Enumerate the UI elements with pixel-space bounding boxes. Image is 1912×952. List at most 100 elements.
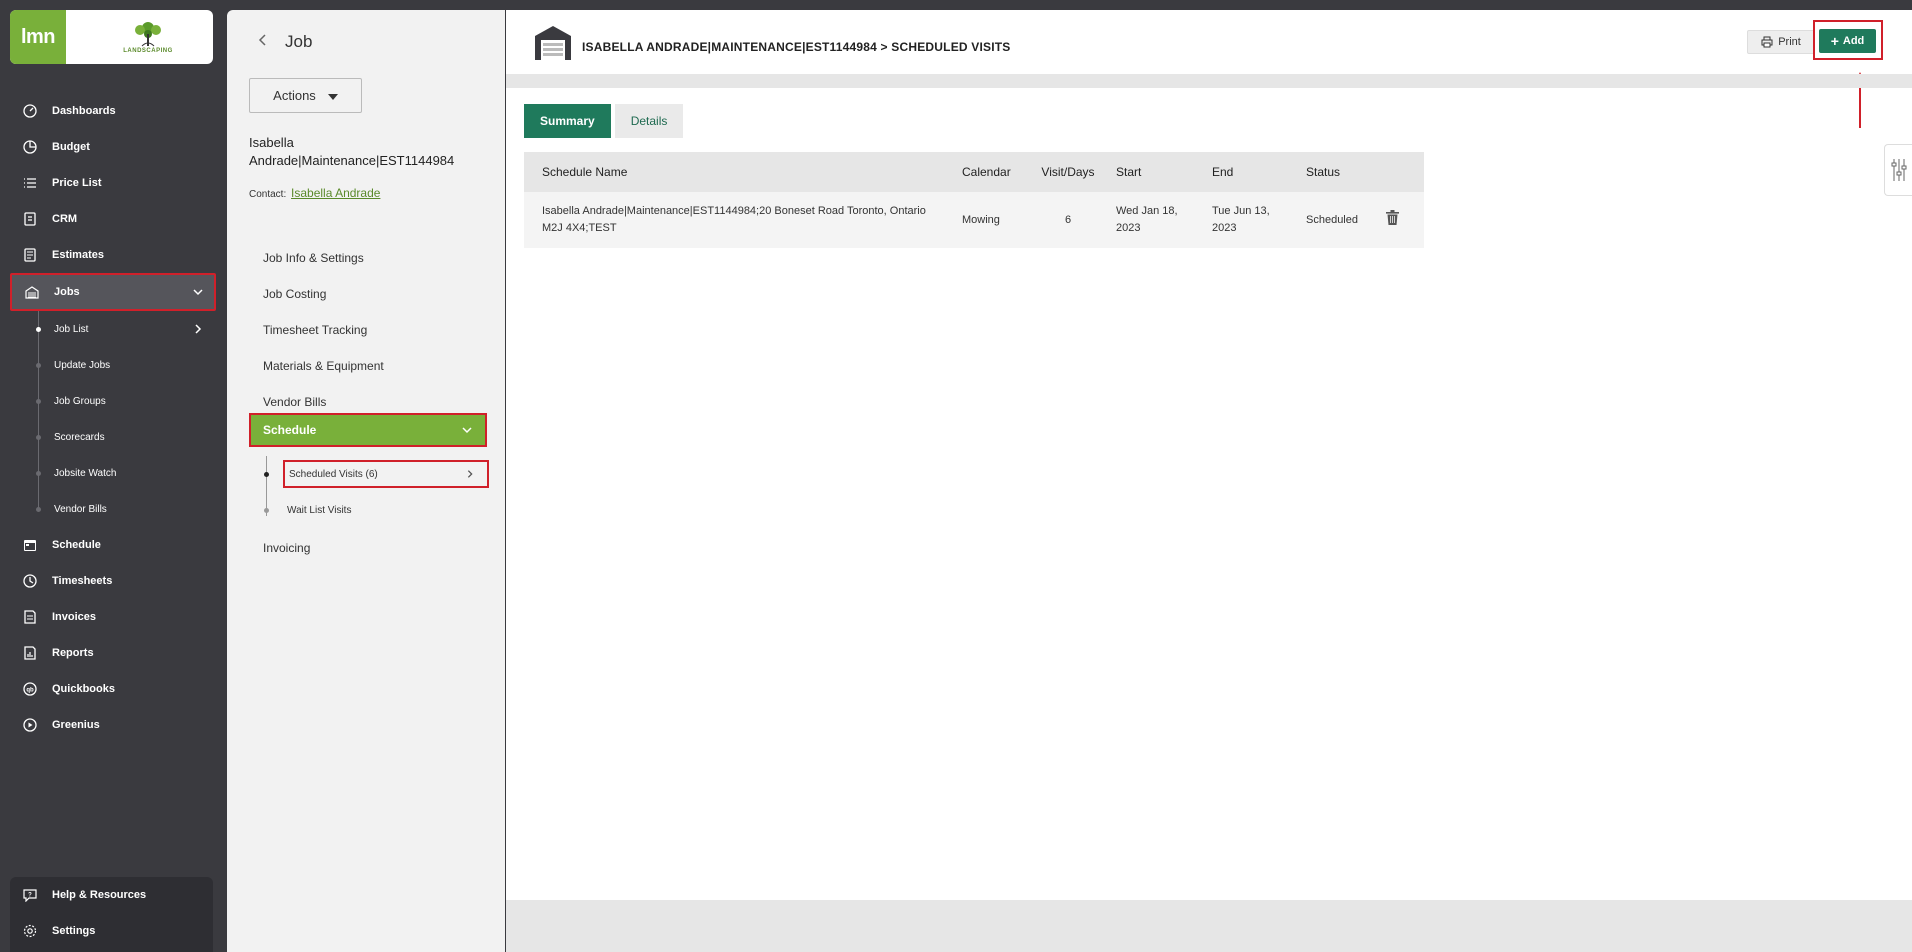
cell-status: Scheduled xyxy=(1306,213,1358,226)
nav-help-resources[interactable]: ? Help & Resources xyxy=(10,877,213,913)
job-panel: Job Actions Isabella Andrade|Maintenance… xyxy=(227,10,505,952)
caret-down-icon xyxy=(327,93,338,100)
column-header-visit-days[interactable]: Visit/Days xyxy=(1028,152,1108,192)
bottom-nav: ? Help & Resources Settings xyxy=(10,877,213,952)
subnav-vendor-bills[interactable]: Vendor Bills xyxy=(28,491,216,527)
bullet-icon xyxy=(264,472,269,477)
subnav-label: Vendor Bills xyxy=(54,503,107,515)
tab-details[interactable]: Details xyxy=(614,104,684,138)
bullet-icon xyxy=(36,471,41,476)
nav-label: Budget xyxy=(52,141,90,153)
help-icon: ? xyxy=(22,887,38,903)
jobs-icon xyxy=(24,284,40,300)
print-button[interactable]: Print xyxy=(1747,30,1815,54)
nav-label: Quickbooks xyxy=(52,683,115,695)
job-panel-title: Job xyxy=(285,32,313,51)
job-menu-item-invoicing[interactable]: Invoicing xyxy=(249,530,310,566)
column-header-schedule-name[interactable]: Schedule Name xyxy=(524,152,954,192)
submenu-wait-list-visits[interactable]: Wait List Visits xyxy=(263,492,489,528)
add-button[interactable]: + Add xyxy=(1819,29,1876,53)
tab-summary[interactable]: Summary xyxy=(524,104,611,138)
subnav-jobsite-watch[interactable]: Jobsite Watch xyxy=(28,455,216,491)
chevron-down-icon xyxy=(192,286,204,301)
jobs-subnav: Job List Update Jobs Job Groups Scorecar… xyxy=(28,311,216,527)
cell-calendar: Mowing xyxy=(962,213,1000,226)
job-menu-item-timesheet-tracking[interactable]: Timesheet Tracking xyxy=(249,312,499,348)
bullet-icon xyxy=(264,508,269,513)
delete-row-button[interactable] xyxy=(1378,192,1424,248)
budget-icon xyxy=(22,139,38,155)
main-nav: Dashboards Budget Price List CRM Estimat… xyxy=(10,93,216,743)
submenu-label: Scheduled Visits (6) xyxy=(289,468,378,480)
print-label: Print xyxy=(1778,36,1801,48)
nav-jobs[interactable]: Jobs xyxy=(10,273,216,311)
nav-reports[interactable]: Reports xyxy=(10,635,216,671)
subnav-label: Jobsite Watch xyxy=(54,467,117,479)
column-settings-tab[interactable] xyxy=(1884,144,1912,196)
trash-icon xyxy=(1386,209,1399,225)
bullet-icon xyxy=(36,435,41,440)
job-menu: Job Info & Settings Job Costing Timeshee… xyxy=(249,240,499,420)
nav-timesheets[interactable]: Timesheets xyxy=(10,563,216,599)
nav-price-list[interactable]: Price List xyxy=(10,165,216,201)
nav-label: Reports xyxy=(52,647,94,659)
nav-label: Greenius xyxy=(52,719,100,731)
subnav-scorecards[interactable]: Scorecards xyxy=(28,419,216,455)
job-menu-item-info-settings[interactable]: Job Info & Settings xyxy=(249,240,499,276)
company-logo: LANDSCAPING xyxy=(98,16,198,58)
column-header-end[interactable]: End xyxy=(1204,152,1298,192)
printer-icon xyxy=(1761,36,1773,48)
column-header-calendar[interactable]: Calendar xyxy=(954,152,1028,192)
column-header-start[interactable]: Start xyxy=(1108,152,1204,192)
cell-schedule-name[interactable]: Isabella Andrade|Maintenance|EST1144984;… xyxy=(524,192,954,248)
submenu-scheduled-visits[interactable]: Scheduled Visits (6) xyxy=(264,460,489,488)
breadcrumb: ISABELLA ANDRADE|MAINTENANCE|EST1144984 … xyxy=(582,40,1011,54)
subnav-update-jobs[interactable]: Update Jobs xyxy=(28,347,216,383)
nav-budget[interactable]: Budget xyxy=(10,129,216,165)
nav-schedule[interactable]: Schedule xyxy=(10,527,216,563)
nav-greenius[interactable]: Greenius xyxy=(10,707,216,743)
plus-icon: + xyxy=(1830,33,1839,49)
nav-label: Price List xyxy=(52,177,102,189)
chevron-right-icon xyxy=(465,469,475,482)
nav-crm[interactable]: CRM xyxy=(10,201,216,237)
contact-link[interactable]: Isabella Andrade xyxy=(291,186,380,200)
nav-label: CRM xyxy=(52,213,78,225)
subnav-job-groups[interactable]: Job Groups xyxy=(28,383,216,419)
nav-label: Dashboards xyxy=(52,105,116,117)
job-menu-item-materials-equipment[interactable]: Materials & Equipment xyxy=(249,348,499,384)
nav-quickbooks[interactable]: qb Quickbooks xyxy=(10,671,216,707)
view-tabs: Summary Details xyxy=(524,104,684,138)
gear-icon xyxy=(22,923,38,939)
subnav-job-list[interactable]: Job List xyxy=(28,311,216,347)
contact-row: Contact: Isabella Andrade xyxy=(249,186,380,200)
calendar-icon xyxy=(22,537,38,553)
estimates-icon xyxy=(22,247,38,263)
subnav-label: Job Groups xyxy=(54,395,106,407)
nav-estimates[interactable]: Estimates xyxy=(10,237,216,273)
nav-settings[interactable]: Settings xyxy=(10,913,213,949)
add-label: Add xyxy=(1842,35,1865,47)
column-header-status[interactable]: Status xyxy=(1298,152,1378,192)
logo-card[interactable]: lmn LANDSCAPING xyxy=(10,10,213,64)
job-menu-item-job-costing[interactable]: Job Costing xyxy=(249,276,499,312)
table-row[interactable]: Isabella Andrade|Maintenance|EST1144984;… xyxy=(524,192,1424,248)
subnav-label: Scorecards xyxy=(54,431,105,443)
tree-logo-icon xyxy=(135,22,161,47)
clock-icon xyxy=(22,573,38,589)
schedule-submenu: Scheduled Visits (6) Wait List Visits xyxy=(263,456,489,528)
footer-band xyxy=(506,900,1912,952)
nav-dashboards[interactable]: Dashboards xyxy=(10,93,216,129)
actions-dropdown-button[interactable]: Actions xyxy=(249,78,362,113)
job-menu-item-schedule[interactable]: Schedule xyxy=(249,413,487,447)
schedule-label: Schedule xyxy=(263,423,317,437)
report-icon xyxy=(22,645,38,661)
nav-label: Invoices xyxy=(52,611,97,623)
submenu-label: Wait List Visits xyxy=(287,504,352,516)
cell-start: Wed Jan 18, 2023 xyxy=(1116,205,1178,234)
job-back-link[interactable]: Job xyxy=(257,32,312,52)
nav-invoices[interactable]: Invoices xyxy=(10,599,216,635)
main-header: ISABELLA ANDRADE|MAINTENANCE|EST1144984 … xyxy=(506,10,1912,72)
main-content: ISABELLA ANDRADE|MAINTENANCE|EST1144984 … xyxy=(506,10,1912,952)
play-icon xyxy=(22,717,38,733)
